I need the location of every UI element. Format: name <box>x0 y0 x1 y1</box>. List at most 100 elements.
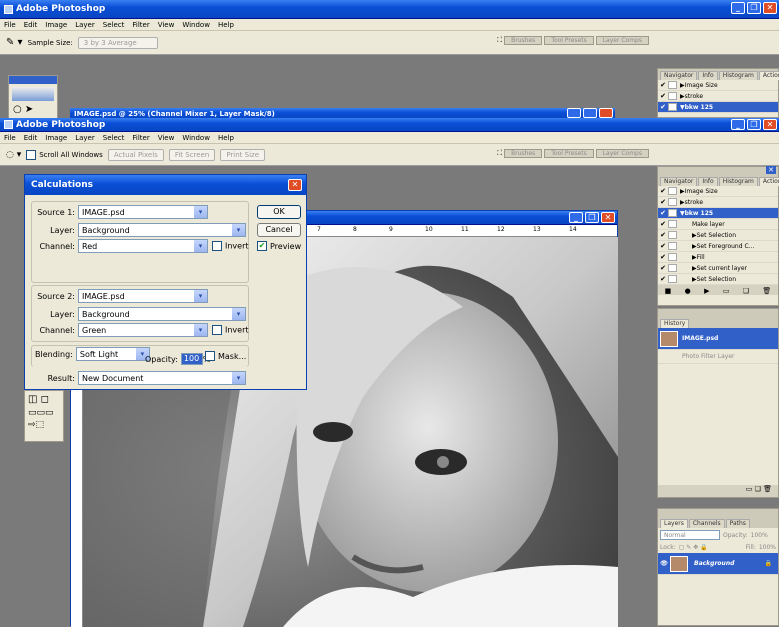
source1-select[interactable]: IMAGE.psd ▾ <box>78 205 208 219</box>
tab-histogram[interactable]: Histogram <box>718 177 758 186</box>
dialog-close-button[interactable]: ✕ <box>288 179 302 191</box>
menu-item-edit[interactable]: Edit <box>24 21 38 29</box>
new-snapshot-icon[interactable]: ❏ <box>755 485 761 493</box>
well-tab-layer-comps[interactable]: Layer Comps <box>595 36 649 45</box>
tab-info[interactable]: Info <box>698 71 718 80</box>
menu-item-view[interactable]: View <box>158 134 175 142</box>
menu-item-window[interactable]: Window <box>182 134 210 142</box>
eye-icon[interactable]: 👁 <box>658 560 670 567</box>
tab-actions[interactable]: Actions <box>758 177 779 186</box>
doc-maximize[interactable]: ❐ <box>585 212 599 223</box>
close-button[interactable]: ✕ <box>763 2 777 14</box>
action-row[interactable]: ✔ ▼ bkw 125 <box>658 208 778 219</box>
action-row[interactable]: ✔ ▶ Fill <box>658 252 778 263</box>
menu-item-layer[interactable]: Layer <box>75 134 95 142</box>
tab-actions[interactable]: Actions <box>758 71 779 80</box>
fit-screen-button[interactable]: Fit Screen <box>168 148 216 161</box>
front-titlebar[interactable]: Adobe Photoshop _ ❐ ✕ <box>0 118 779 132</box>
tab-channels[interactable]: Channels <box>688 519 725 528</box>
well-tab-brushes[interactable]: Brushes <box>504 149 543 158</box>
back-titlebar[interactable]: Adobe Photoshop _ ❐ ✕ <box>0 0 779 19</box>
menu-item-view[interactable]: View <box>158 21 175 29</box>
dialog-toggle-box[interactable] <box>668 103 677 111</box>
close-button[interactable]: ✕ <box>763 119 777 130</box>
delete-icon[interactable]: 🗑 <box>762 287 771 295</box>
blending-select[interactable]: Soft Light ▾ <box>75 347 150 361</box>
dialog-titlebar[interactable]: Calculations ✕ <box>25 175 306 195</box>
doc-minimize[interactable] <box>567 108 581 118</box>
new-action-icon[interactable]: ❏ <box>743 287 749 295</box>
maximize-button[interactable]: ❐ <box>747 2 761 14</box>
invert1-checkbox[interactable]: Invert <box>212 241 249 251</box>
dialog-toggle-box[interactable] <box>668 253 677 261</box>
layer2-select[interactable]: Background ▾ <box>78 307 246 321</box>
layer-opacity-value[interactable]: 100% <box>751 532 768 539</box>
action-row[interactable]: ✔ ▶ Set current layer <box>658 263 778 274</box>
action-row[interactable]: ✔ ▶ Set Selection <box>658 274 778 285</box>
action-row[interactable]: ✔ Make layer <box>658 219 778 230</box>
print-size-button[interactable]: Print Size <box>220 148 266 161</box>
dialog-toggle-box[interactable] <box>668 198 677 206</box>
tab-histogram[interactable]: Histogram <box>718 71 758 80</box>
delete-state-icon[interactable]: 🗑 <box>763 485 772 493</box>
well-tab-layer-comps[interactable]: Layer Comps <box>595 149 649 158</box>
doc-minimize[interactable]: _ <box>569 212 583 223</box>
dialog-toggle-box[interactable] <box>668 275 677 283</box>
doc-close[interactable] <box>599 108 613 118</box>
new-doc-icon[interactable]: ▭ <box>746 485 753 493</box>
menu-item-file[interactable]: File <box>4 21 16 29</box>
action-row[interactable]: ✔ ▶ stroke <box>658 197 778 208</box>
tab-layers[interactable]: Layers <box>660 519 688 528</box>
blend-mode-select[interactable]: Normal <box>660 530 720 540</box>
dialog-toggle-box[interactable] <box>668 231 677 239</box>
menu-item-select[interactable]: Select <box>103 134 125 142</box>
tab-history[interactable]: History <box>660 319 690 328</box>
well-tab-brushes[interactable]: Brushes <box>504 36 543 45</box>
tab-info[interactable]: Info <box>698 177 718 186</box>
palette-well-icon[interactable]: ⛶ <box>497 149 502 158</box>
back-action-row[interactable]: ✔ ▶ stroke <box>658 91 778 102</box>
channel1-select[interactable]: Red ▾ <box>78 239 208 253</box>
minimize-button[interactable]: _ <box>731 119 745 130</box>
menu-item-image[interactable]: Image <box>45 21 67 29</box>
layer-row-background[interactable]: 👁 Background 🔒 <box>658 553 778 575</box>
dialog-toggle-box[interactable] <box>668 220 677 228</box>
quick-mask-icon[interactable]: ◫ ◻ <box>25 391 63 408</box>
menu-item-file[interactable]: File <box>4 134 16 142</box>
source2-select[interactable]: IMAGE.psd ▾ <box>78 289 208 303</box>
minimize-button[interactable]: _ <box>731 2 745 14</box>
dialog-toggle-box[interactable] <box>668 187 677 195</box>
invert2-checkbox[interactable]: Invert <box>212 325 249 335</box>
jump-to-imageready-icon[interactable]: ⇨⬚ <box>25 418 63 432</box>
eyedropper-icon[interactable]: ✎ ▾ <box>6 37 23 48</box>
preview-checkbox[interactable]: ✔ Preview <box>257 241 301 251</box>
dialog-toggle-box[interactable] <box>668 209 677 217</box>
dialog-toggle-box[interactable] <box>668 81 677 89</box>
menu-item-window[interactable]: Window <box>182 21 210 29</box>
menu-item-help[interactable]: Help <box>218 134 234 142</box>
panel-close-icon[interactable]: ✕ <box>766 166 776 174</box>
doc-maximize[interactable] <box>583 108 597 118</box>
new-set-icon[interactable]: ▭ <box>723 287 730 295</box>
back-action-row[interactable]: ✔ ▶ Image Size <box>658 80 778 91</box>
lock-icons[interactable]: ▢ ✎ ✥ 🔒 <box>679 544 708 551</box>
sample-size-select[interactable]: 3 by 3 Average <box>77 36 158 49</box>
menu-item-image[interactable]: Image <box>45 134 67 142</box>
ok-button[interactable]: OK <box>257 205 301 219</box>
dialog-toggle-box[interactable] <box>668 242 677 250</box>
dialog-toggle-box[interactable] <box>668 92 677 100</box>
menu-item-filter[interactable]: Filter <box>132 134 149 142</box>
palette-well-icon[interactable]: ⛶ <box>497 36 502 45</box>
actual-pixels-button[interactable]: Actual Pixels <box>107 148 164 161</box>
screen-mode-icon[interactable]: ▭▭▭ <box>25 408 63 418</box>
doc-close[interactable]: ✕ <box>601 212 615 223</box>
action-row[interactable]: ✔ ▶ Image Size <box>658 186 778 197</box>
layer1-select[interactable]: Background ▾ <box>78 223 246 237</box>
record-icon[interactable]: ● <box>685 287 691 295</box>
dialog-toggle-box[interactable] <box>668 264 677 272</box>
tab-navigator[interactable]: Navigator <box>660 177 698 186</box>
menu-item-select[interactable]: Select <box>103 21 125 29</box>
well-tab-tool-presets[interactable]: Tool Presets <box>544 149 594 158</box>
maximize-button[interactable]: ❐ <box>747 119 761 130</box>
action-row[interactable]: ✔ ▶ Set Foreground C... <box>658 241 778 252</box>
